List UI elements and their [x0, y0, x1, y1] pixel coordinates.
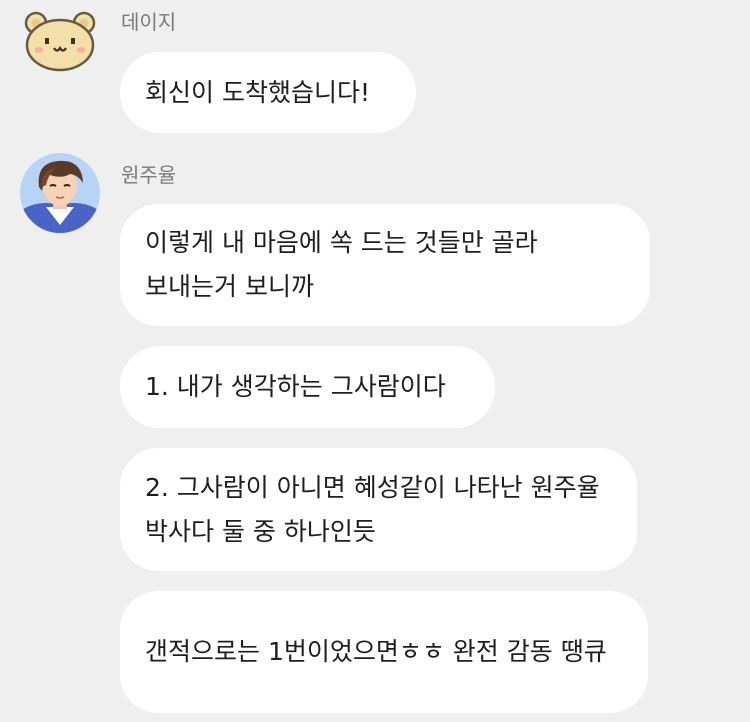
- message-bubble[interactable]: 회신이 도착했습니다!: [120, 52, 416, 133]
- message-text: 1. 내가 생각하는 그사람이다: [145, 372, 446, 401]
- bear-avatar-icon[interactable]: [22, 10, 98, 72]
- message-text: 2. 그사람이 아니면 혜성같이 나타난 원주율 박사다 둘 중 하나인듯: [145, 472, 600, 546]
- message-bubble[interactable]: 이렇게 내 마음에 쏙 드는 것들만 골라 보내는거 보니까: [120, 204, 650, 326]
- message-bubble[interactable]: 1. 내가 생각하는 그사람이다: [120, 346, 495, 428]
- message-text: 이렇게 내 마음에 쏙 드는 것들만 골라 보내는거 보니까: [145, 228, 538, 301]
- message-text: 회신이 도착했습니다!: [145, 77, 370, 107]
- message-text: 갠적으로는 1번이었으면ㅎㅎ 완전 감동 땡큐: [145, 637, 607, 666]
- sender-name: 원주율: [121, 163, 177, 187]
- sender-name: 데이지: [121, 10, 177, 34]
- message-bubble[interactable]: 2. 그사람이 아니면 혜성같이 나타난 원주율 박사다 둘 중 하나인듯: [120, 448, 637, 571]
- profile-avatar-icon[interactable]: [20, 153, 100, 233]
- message-bubble[interactable]: 갠적으로는 1번이었으면ㅎㅎ 완전 감동 땡큐: [120, 591, 648, 713]
